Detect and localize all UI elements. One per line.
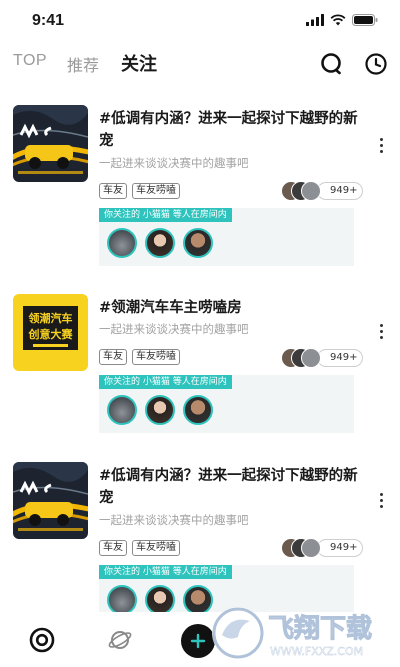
tab-recommend[interactable]: 推荐 bbox=[67, 52, 99, 76]
room-avatar-list bbox=[107, 585, 213, 615]
member-count: 949+ bbox=[317, 539, 364, 557]
member-group[interactable]: 949+ bbox=[281, 348, 364, 368]
poster-title-line1: 领潮汽车 bbox=[28, 311, 73, 325]
avatar bbox=[301, 348, 321, 368]
tag[interactable]: 车友 bbox=[99, 183, 127, 199]
planet-icon[interactable] bbox=[107, 627, 133, 653]
more-options-icon[interactable] bbox=[374, 490, 388, 510]
avatar[interactable] bbox=[107, 228, 137, 258]
wifi-icon bbox=[330, 14, 346, 26]
avatar bbox=[301, 538, 321, 558]
watermark-url: WWW.FXXZ.COM bbox=[270, 645, 363, 658]
more-options-icon[interactable] bbox=[374, 321, 388, 341]
member-count: 949+ bbox=[317, 182, 364, 200]
tag[interactable]: 车友唠嗑 bbox=[132, 349, 180, 365]
room-avatar-list bbox=[107, 228, 213, 258]
tab-follow-label: 关注 bbox=[121, 54, 157, 74]
room-subtitle: 一起进来谈谈决赛中的趣事吧 bbox=[99, 322, 249, 336]
avatar bbox=[301, 181, 321, 201]
followed-in-room-label: 你关注的 小猫猫 等人在房间内 bbox=[99, 565, 232, 579]
tab-follow[interactable]: 关注 bbox=[117, 50, 161, 76]
tag[interactable]: 车友唠嗑 bbox=[132, 540, 180, 556]
tag-list: 车友 车友唠嗑 bbox=[99, 183, 180, 199]
poster-title-line2: 创意大赛 bbox=[28, 327, 74, 341]
member-count: 949+ bbox=[317, 349, 364, 367]
status-bar: 9:41 bbox=[0, 0, 400, 40]
avatar[interactable] bbox=[145, 395, 175, 425]
room-card[interactable]: 领潮汽车 创意大赛 #领潮汽车车主唠嗑房 一起进来谈谈决赛中的趣事吧 车友 车友… bbox=[0, 294, 400, 472]
more-options-icon[interactable] bbox=[374, 135, 388, 155]
history-clock-icon[interactable] bbox=[363, 51, 389, 77]
room-title[interactable]: #低调有内涵？进来一起探讨下越野的新宠 bbox=[99, 108, 359, 152]
avatar[interactable] bbox=[145, 228, 175, 258]
followed-in-room-label: 你关注的 小猫猫 等人在房间内 bbox=[99, 375, 232, 389]
status-icons bbox=[306, 14, 378, 26]
home-target-icon[interactable] bbox=[29, 627, 55, 653]
tag[interactable]: 车友 bbox=[99, 349, 127, 365]
battery-icon bbox=[352, 14, 378, 26]
followed-in-room-panel[interactable]: 你关注的 小猫猫 等人在房间内 bbox=[99, 375, 354, 433]
room-subtitle: 一起进来谈谈决赛中的趣事吧 bbox=[99, 156, 249, 170]
search-icon[interactable] bbox=[319, 51, 345, 77]
signal-icon bbox=[306, 14, 324, 26]
followed-in-room-label: 你关注的 小猫猫 等人在房间内 bbox=[99, 208, 232, 222]
room-avatar-list bbox=[107, 395, 213, 425]
avatar[interactable] bbox=[183, 228, 213, 258]
avatar[interactable] bbox=[107, 585, 137, 615]
status-time: 9:41 bbox=[32, 12, 65, 29]
room-thumbnail bbox=[13, 105, 88, 182]
mc-poster-image bbox=[13, 105, 88, 182]
followed-in-room-panel[interactable]: 你关注的 小猫猫 等人在房间内 bbox=[99, 208, 354, 266]
member-group[interactable]: 949+ bbox=[281, 181, 364, 201]
room-title[interactable]: #领潮汽车车主唠嗑房 bbox=[99, 297, 359, 319]
avatar[interactable] bbox=[145, 585, 175, 615]
watermark: 飞翔下载 WWW.FXXZ.COM bbox=[200, 595, 400, 667]
member-group[interactable]: 949+ bbox=[281, 538, 364, 558]
yellow-poster-image: 领潮汽车 创意大赛 bbox=[13, 294, 88, 371]
room-thumbnail: 领潮汽车 创意大赛 bbox=[13, 294, 88, 371]
tag[interactable]: 车友 bbox=[99, 540, 127, 556]
room-card[interactable]: #低调有内涵？进来一起探讨下越野的新宠 一起进来谈谈决赛中的趣事吧 车友 车友唠… bbox=[0, 105, 400, 283]
tag[interactable]: 车友唠嗑 bbox=[132, 183, 180, 199]
watermark-text: 飞翔下载 bbox=[268, 614, 372, 644]
top-tab-bar: TOP 推荐 关注 bbox=[0, 48, 400, 80]
tab-top[interactable]: TOP bbox=[13, 52, 47, 70]
mc-poster-image bbox=[13, 462, 88, 539]
tag-list: 车友 车友唠嗑 bbox=[99, 540, 180, 556]
avatar[interactable] bbox=[107, 395, 137, 425]
tag-list: 车友 车友唠嗑 bbox=[99, 349, 180, 365]
room-subtitle: 一起进来谈谈决赛中的趣事吧 bbox=[99, 513, 249, 527]
avatar[interactable] bbox=[183, 395, 213, 425]
room-title[interactable]: #低调有内涵？进来一起探讨下越野的新宠 bbox=[99, 465, 359, 509]
watermark-logo: 飞翔下载 WWW.FXXZ.COM bbox=[212, 607, 373, 659]
room-thumbnail bbox=[13, 462, 88, 539]
